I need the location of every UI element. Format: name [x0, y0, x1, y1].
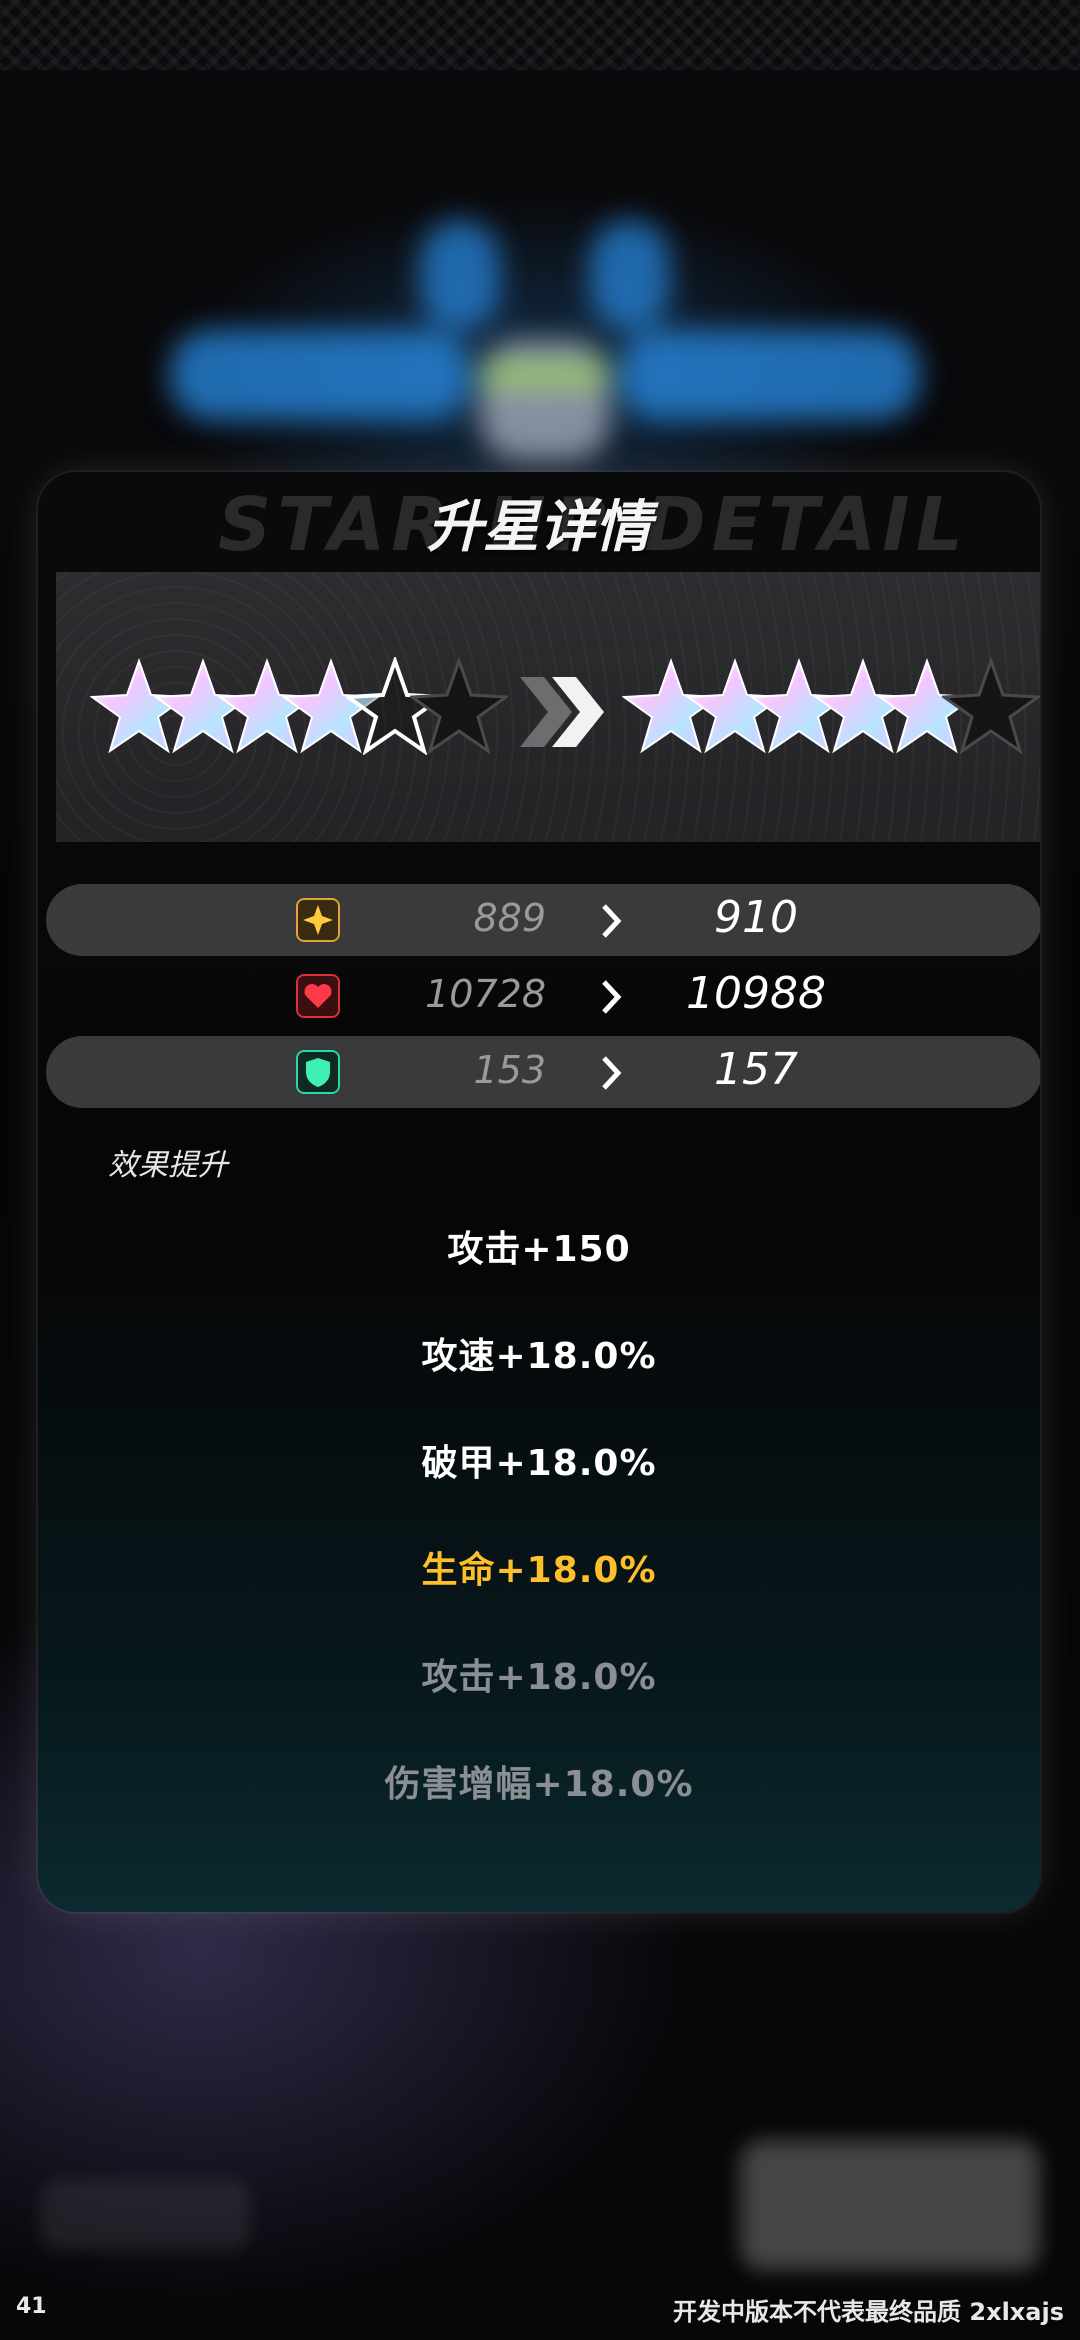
health-new-value: 10988 [686, 968, 826, 1019]
effect-item: 伤害增幅+18.0% [384, 1764, 694, 1805]
next-star-6 [942, 657, 1040, 755]
panel-title: 升星详情 [427, 494, 651, 560]
health-old-value: 10728 [425, 972, 546, 1016]
effect-item: 生命+18.0% [421, 1550, 657, 1591]
stars-row [56, 657, 1040, 767]
dev-watermark: 开发中版本不代表最终品质 2xlxajs [673, 2298, 1064, 2326]
star-upgrade-screen: STAR UP DETAIL 升星详情 889 910 10728 10988 … [0, 0, 1080, 2340]
stat-row-attack: 889 910 [46, 884, 1040, 956]
chevron-right-icon [602, 904, 622, 938]
current-star-6 [410, 657, 508, 755]
effect-item: 攻速+18.0% [421, 1336, 657, 1377]
attack-old-value: 889 [473, 896, 546, 940]
star-comparison [56, 572, 1040, 842]
background-character-blur [0, 0, 1080, 480]
blurred-back-button[interactable] [40, 2180, 250, 2250]
double-chevron-right-icon [520, 677, 604, 747]
blurred-confirm-button[interactable] [740, 2140, 1040, 2270]
chevron-right-icon [602, 980, 622, 1014]
stat-row-defense: 153 157 [46, 1036, 1040, 1108]
chevron-right-icon [602, 1056, 622, 1090]
health-icon [296, 974, 340, 1018]
stat-row-health: 10728 10988 [46, 960, 1040, 1032]
attack-icon [296, 898, 340, 942]
build-number: 41 [16, 2294, 47, 2319]
effect-item: 攻击+150 [447, 1229, 631, 1270]
defense-old-value: 153 [473, 1048, 546, 1092]
star-detail-panel: STAR UP DETAIL 升星详情 889 910 10728 10988 … [38, 472, 1040, 1912]
effect-item: 攻击+18.0% [421, 1657, 657, 1698]
panel-header: STAR UP DETAIL 升星详情 [38, 472, 1040, 572]
effect-item: 破甲+18.0% [421, 1443, 657, 1484]
attack-new-value: 910 [714, 892, 798, 943]
effects-label: 效果提升 [108, 1148, 228, 1183]
defense-icon [296, 1050, 340, 1094]
defense-new-value: 157 [714, 1044, 798, 1095]
